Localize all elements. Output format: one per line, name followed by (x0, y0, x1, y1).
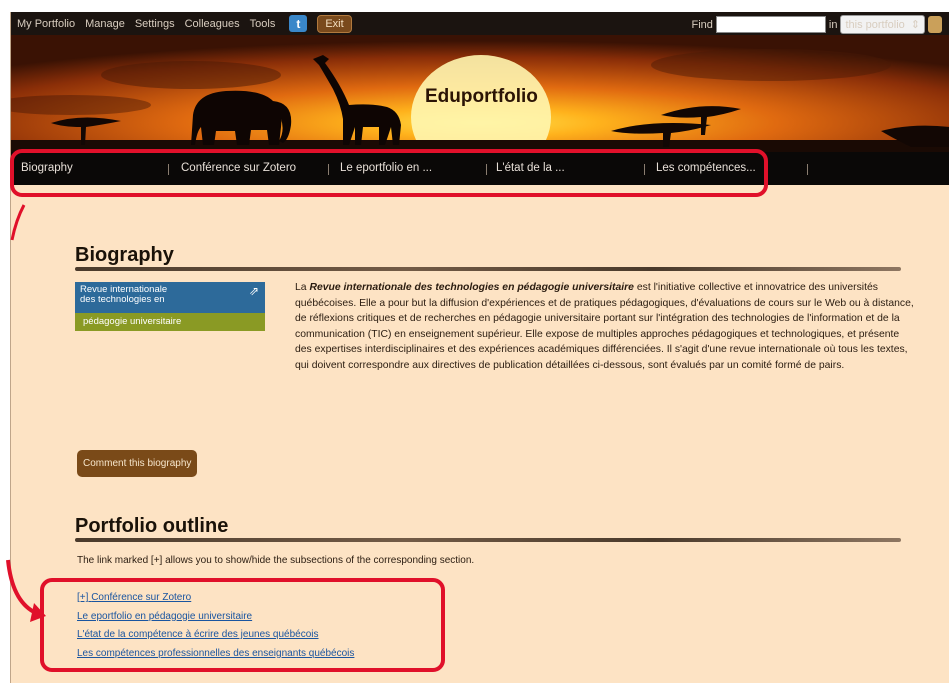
biography-text: La Revue internationale des technologies… (295, 280, 915, 374)
journal-name: Revue internationale des technologies en… (309, 282, 634, 293)
heading-divider (75, 538, 901, 542)
search-go-button[interactable] (928, 16, 942, 33)
select-arrow-icon: ⇕ (910, 19, 920, 31)
logo-line-3: pédagogie universitaire (75, 313, 265, 331)
nav-tools[interactable]: Tools (250, 18, 276, 30)
outline-description: The link marked [+] allows you to show/h… (77, 555, 475, 566)
comment-biography-button[interactable]: Comment this biography (77, 450, 198, 477)
logo-arrow-icon: ⇗ (248, 284, 259, 298)
logo-line-2: des technologies en (80, 294, 165, 305)
in-label: in (828, 18, 838, 31)
biography-heading: Biography (75, 244, 174, 266)
scope-value: this portfolio (845, 18, 905, 31)
nav-manage[interactable]: Manage (85, 18, 125, 30)
nav-settings[interactable]: Settings (135, 18, 175, 30)
header-banner: Eduportfolio (11, 35, 949, 152)
bio-body: est l'initiative collective et innovatri… (295, 282, 914, 371)
outline-highlight-box (40, 578, 445, 672)
nav-colleagues[interactable]: Colleagues (185, 18, 240, 30)
exit-button[interactable]: Exit (317, 14, 352, 33)
annotation-arrow (6, 204, 46, 622)
nav-highlight-box (10, 149, 768, 197)
search-input[interactable] (715, 16, 826, 33)
logo-top-band: Revue internationale des technologies en… (75, 282, 265, 313)
bio-prefix: La (295, 282, 310, 293)
site-title: Eduportfolio (425, 86, 538, 107)
journal-logo: Revue internationale des technologies en… (75, 282, 265, 331)
search-area: Find in this portfolio ⇕ (691, 15, 942, 34)
twitter-icon[interactable]: t (289, 15, 308, 32)
top-nav: My Portfolio Manage Settings Colleagues … (17, 12, 352, 35)
nav-separator (807, 164, 808, 175)
top-toolbar: My Portfolio Manage Settings Colleagues … (11, 12, 949, 35)
find-label: Find (691, 18, 713, 31)
heading-divider (75, 267, 901, 271)
scope-select[interactable]: this portfolio ⇕ (840, 15, 925, 34)
outline-heading: Portfolio outline (75, 515, 229, 537)
